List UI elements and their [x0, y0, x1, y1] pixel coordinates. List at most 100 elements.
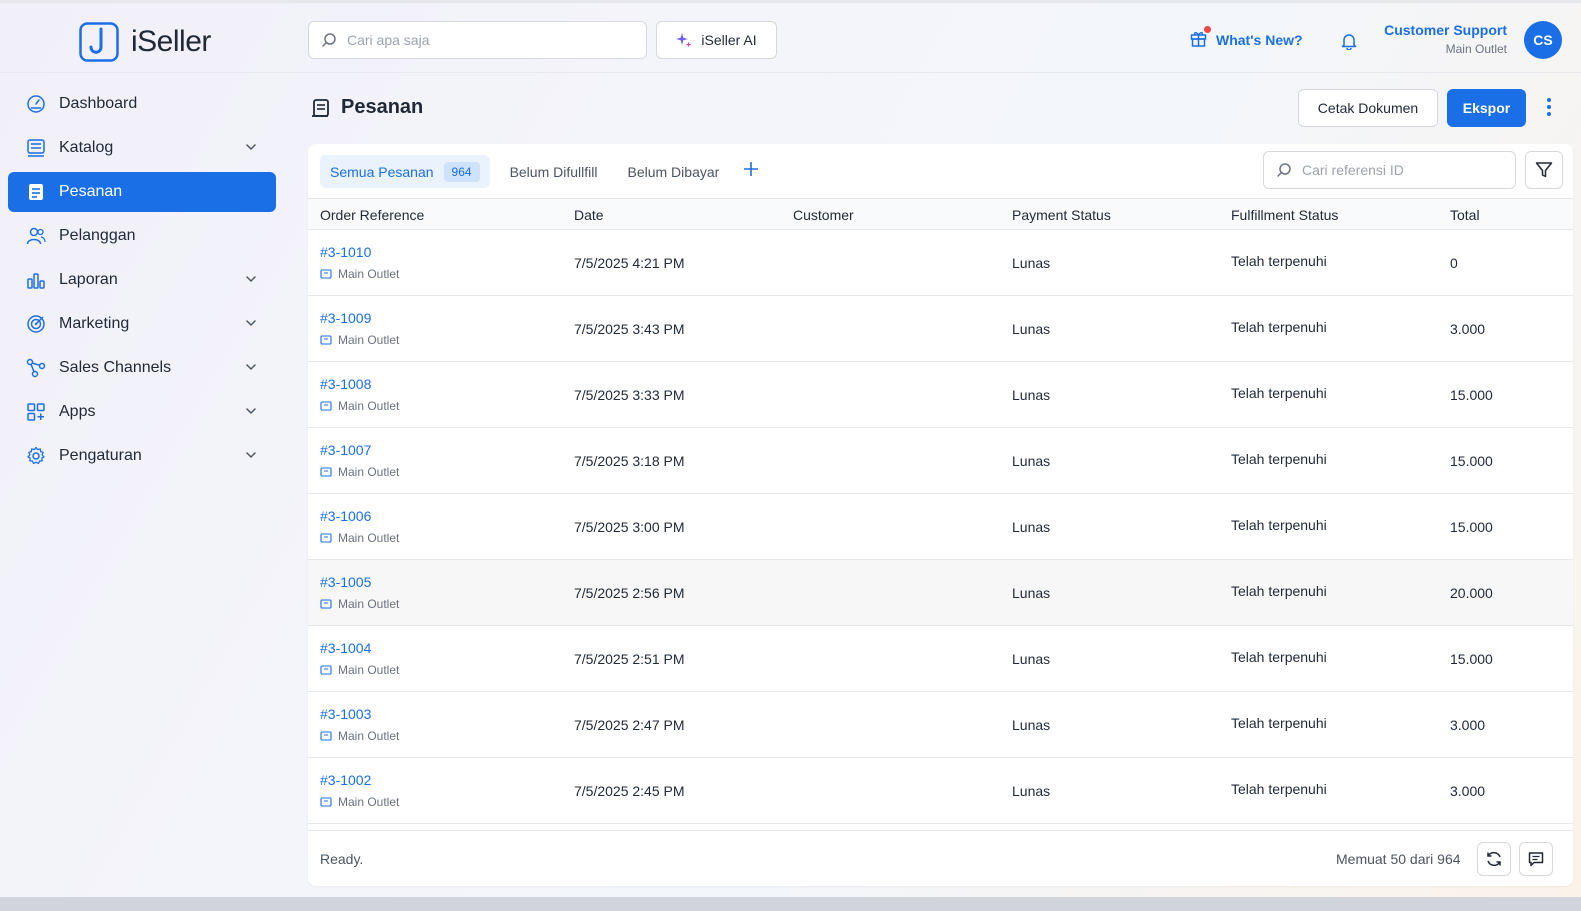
order-reference-link[interactable]: #3-1008	[320, 376, 371, 392]
outlet-icon	[320, 269, 332, 279]
catalog-icon	[25, 137, 47, 159]
global-search-input[interactable]	[347, 32, 627, 48]
refresh-button[interactable]	[1477, 842, 1511, 876]
outlet-tag: Main Outlet	[320, 597, 399, 611]
sidebar-item-marketing[interactable]: Marketing	[8, 304, 276, 344]
global-search[interactable]	[308, 21, 647, 59]
sidebar-item-label: Marketing	[59, 315, 130, 332]
table-row[interactable]: #3-1005 Main Outlet 7/5/2025 2:56 PM Lun…	[308, 560, 1573, 626]
payment-status: Lunas	[1012, 453, 1051, 469]
settings-icon	[25, 445, 47, 467]
column-header[interactable]: Order Reference	[320, 207, 424, 223]
outlet-name: Main Outlet	[338, 531, 400, 545]
table-row[interactable]: #3-1006 Main Outlet 7/5/2025 3:00 PM Lun…	[308, 494, 1573, 560]
column-header[interactable]: Fulfillment Status	[1231, 207, 1338, 223]
table-row[interactable]: #3-1007 Main Outlet 7/5/2025 3:18 PM Lun…	[308, 428, 1573, 494]
reports-icon	[25, 269, 47, 291]
filter-button[interactable]	[1525, 151, 1563, 189]
outlet-icon	[320, 731, 332, 741]
sidebar-item-label: Dashboard	[59, 95, 138, 112]
outlet-icon	[320, 599, 332, 609]
outlet-tag: Main Outlet	[320, 267, 399, 281]
more-options-icon[interactable]	[1546, 97, 1552, 122]
sidebar-item-pelanggan[interactable]: Pelanggan	[8, 216, 276, 256]
reference-search[interactable]	[1263, 151, 1516, 189]
user-name: Customer Support	[1384, 22, 1507, 38]
payment-status: Lunas	[1012, 717, 1051, 733]
sidebar-item-katalog[interactable]: Katalog	[8, 128, 276, 168]
chevron-down-icon	[246, 408, 256, 415]
order-date: 7/5/2025 3:00 PM	[574, 519, 685, 535]
whats-new-label: What's New?	[1216, 32, 1303, 48]
sidebar: Dashboard Katalog Pesanan Pelanggan Lapo…	[8, 84, 276, 480]
outlet-name: Main Outlet	[338, 795, 400, 809]
app-logo[interactable]: iSeller	[79, 22, 211, 62]
order-reference-link[interactable]: #3-1009	[320, 310, 371, 326]
column-header[interactable]: Payment Status	[1012, 207, 1111, 223]
outlet-name: Main Outlet	[338, 267, 400, 281]
fulfillment-status: Telah terpenuhi	[1231, 781, 1327, 797]
order-total: 0	[1450, 255, 1458, 271]
fulfillment-status: Telah terpenuhi	[1231, 583, 1327, 599]
whats-new-link[interactable]: What's New?	[1190, 26, 1303, 50]
table-row[interactable]: #3-1009 Main Outlet 7/5/2025 3:43 PM Lun…	[308, 296, 1573, 362]
tab-belum-dibayar[interactable]: Belum Dibayar	[617, 155, 729, 188]
table-row[interactable]: #3-1010 Main Outlet 7/5/2025 4:21 PM Lun…	[308, 230, 1573, 296]
payment-status: Lunas	[1012, 651, 1051, 667]
sidebar-item-laporan[interactable]: Laporan	[8, 260, 276, 300]
order-total: 3.000	[1450, 321, 1486, 337]
order-date: 7/5/2025 2:56 PM	[574, 585, 685, 601]
order-reference-link[interactable]: #3-1007	[320, 442, 371, 458]
user-info[interactable]: Customer Support Main Outlet	[1384, 22, 1507, 56]
order-reference-link[interactable]: #3-1004	[320, 640, 371, 656]
status-text: Ready.	[320, 851, 364, 867]
fulfillment-status: Telah terpenuhi	[1231, 715, 1327, 731]
orders-card: Semua Pesanan 964 Belum Difullfill Belum…	[308, 144, 1573, 886]
order-reference-link[interactable]: #3-1010	[320, 244, 371, 260]
sidebar-item-pesanan[interactable]: Pesanan	[8, 172, 276, 212]
order-reference-link[interactable]: #3-1003	[320, 706, 371, 722]
outlet-tag: Main Outlet	[320, 333, 399, 347]
notifications-bell-icon[interactable]	[1340, 32, 1358, 55]
tab-semua-pesanan[interactable]: Semua Pesanan 964	[320, 155, 490, 188]
export-button[interactable]: Ekspor	[1447, 89, 1526, 127]
payment-status: Lunas	[1012, 783, 1051, 799]
app-name: iSeller	[131, 25, 211, 58]
column-header[interactable]: Customer	[793, 207, 854, 223]
filter-icon	[1535, 162, 1553, 178]
load-count-text: Memuat 50 dari 964	[1336, 851, 1461, 867]
add-tab-plus-icon[interactable]	[743, 161, 759, 182]
order-date: 7/5/2025 3:18 PM	[574, 453, 685, 469]
table-row[interactable]: #3-1003 Main Outlet 7/5/2025 2:47 PM Lun…	[308, 692, 1573, 758]
reference-search-input[interactable]	[1302, 162, 1502, 178]
sidebar-item-apps[interactable]: Apps	[8, 392, 276, 432]
sidebar-item-pengaturan[interactable]: Pengaturan	[8, 436, 276, 476]
column-header[interactable]: Total	[1450, 207, 1480, 223]
print-document-button[interactable]: Cetak Dokumen	[1298, 89, 1438, 127]
chevron-down-icon	[246, 452, 256, 459]
table-row[interactable]: #3-1002 Main Outlet 7/5/2025 2:45 PM Lun…	[308, 758, 1573, 824]
marketing-icon	[25, 313, 47, 335]
iseller-ai-button[interactable]: iSeller AI	[656, 21, 777, 59]
outlet-icon	[320, 401, 332, 411]
iseller-ai-label: iSeller AI	[701, 32, 757, 48]
order-total: 15.000	[1450, 387, 1493, 403]
avatar[interactable]: CS	[1524, 21, 1562, 59]
order-reference-link[interactable]: #3-1006	[320, 508, 371, 524]
outlet-tag: Main Outlet	[320, 531, 399, 545]
outlet-icon	[320, 533, 332, 543]
sidebar-item-sales-channels[interactable]: Sales Channels	[8, 348, 276, 388]
feedback-button[interactable]	[1519, 842, 1553, 876]
table-row[interactable]: #3-1004 Main Outlet 7/5/2025 2:51 PM Lun…	[308, 626, 1573, 692]
outlet-name: Main Outlet	[338, 465, 400, 479]
order-reference-link[interactable]: #3-1002	[320, 772, 371, 788]
sidebar-item-label: Laporan	[59, 271, 118, 288]
table-row[interactable]: #3-1008 Main Outlet 7/5/2025 3:33 PM Lun…	[308, 362, 1573, 428]
order-reference-link[interactable]: #3-1005	[320, 574, 371, 590]
column-header[interactable]: Date	[574, 207, 604, 223]
tab-label: Belum Dibayar	[627, 163, 720, 180]
sidebar-item-dashboard[interactable]: Dashboard	[8, 84, 276, 124]
outlet-icon	[320, 467, 332, 477]
outlet-name: Main Outlet	[338, 399, 400, 413]
tab-belum-difullfill[interactable]: Belum Difullfill	[500, 155, 608, 188]
